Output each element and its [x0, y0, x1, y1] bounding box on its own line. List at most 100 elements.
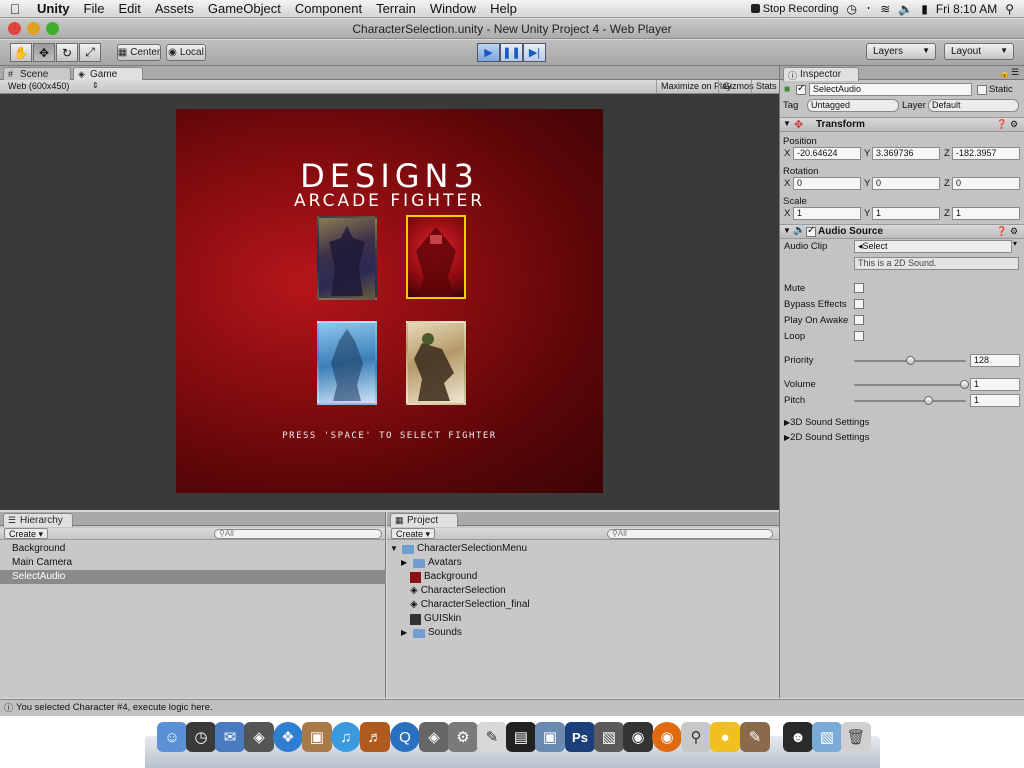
pitch-field[interactable]: 1: [970, 394, 1020, 407]
panel-menu-icon[interactable]: ☰: [1011, 67, 1019, 78]
fighter-portrait-2[interactable]: [406, 215, 466, 299]
project-item-guiskin[interactable]: GUISkin: [410, 612, 461, 626]
sound-2d-foldout[interactable]: ▶2D Sound Settings: [784, 432, 869, 443]
move-tool-button[interactable]: ✥: [33, 43, 55, 62]
scale-y-field[interactable]: 1: [872, 207, 940, 220]
loop-checkbox[interactable]: [854, 331, 864, 341]
stats-toggle[interactable]: Stats: [751, 80, 781, 93]
menu-component[interactable]: Component: [288, 1, 369, 16]
resolution-dropdown[interactable]: Web (600x450): [8, 81, 69, 91]
tab-inspector[interactable]: ⓘ Inspector: [783, 67, 859, 81]
audio-source-enabled-checkbox[interactable]: [806, 225, 816, 237]
wifi-icon[interactable]: ≋: [880, 2, 890, 16]
documents-folder-icon[interactable]: ▧: [812, 722, 842, 752]
pivot-center-toggle[interactable]: ▦ Center: [117, 44, 161, 61]
project-folder-sounds[interactable]: ▶ Sounds: [401, 626, 462, 640]
tag-dropdown[interactable]: Untagged: [807, 99, 899, 112]
priority-slider-handle[interactable]: [906, 356, 915, 365]
position-z-field[interactable]: -182.3957: [952, 147, 1020, 160]
mute-checkbox[interactable]: [854, 283, 864, 293]
rotation-y-field[interactable]: 0: [872, 177, 940, 190]
trash-icon[interactable]: 🗑: [841, 722, 871, 752]
step-button[interactable]: ▶|: [523, 43, 546, 62]
priority-field[interactable]: 128: [970, 354, 1020, 367]
dashboard-icon[interactable]: ◷: [186, 722, 216, 752]
photoshop-icon[interactable]: Ps: [565, 722, 595, 752]
lock-icon[interactable]: 🔒: [999, 68, 1010, 79]
position-y-field[interactable]: 3.369736: [872, 147, 940, 160]
audio-clip-field[interactable]: ◂Select: [854, 240, 1012, 253]
tab-game[interactable]: ◈ Game: [73, 67, 143, 81]
tab-hierarchy[interactable]: ☰ Hierarchy: [3, 513, 73, 527]
hierarchy-create-button[interactable]: Create ▾: [4, 528, 49, 539]
time-machine-icon[interactable]: ◷: [847, 2, 857, 16]
unity-alt-icon[interactable]: ◈: [419, 722, 449, 752]
project-item-characterselection-final[interactable]: ◈ CharacterSelection_final: [410, 598, 530, 612]
project-search-input[interactable]: ⚲All: [607, 529, 773, 539]
photo-browser-icon[interactable]: ▣: [535, 722, 565, 752]
transform-header[interactable]: ▼ ✥ Transform ❓ ⚙: [780, 117, 1024, 132]
cyberduck-icon[interactable]: ●: [710, 722, 740, 752]
preview-icon[interactable]: ▣: [302, 722, 332, 752]
bluetooth-icon[interactable]: ᛫: [865, 2, 872, 16]
menu-terrain[interactable]: Terrain: [369, 1, 423, 16]
spotlight-icon[interactable]: ⚲: [1005, 2, 1014, 16]
play-on-awake-checkbox[interactable]: [854, 315, 864, 325]
safari-icon[interactable]: ❖: [273, 722, 303, 752]
menu-gameobject[interactable]: GameObject: [201, 1, 288, 16]
game-viewport[interactable]: DESIGN3 ARCADE FIGHTER PRESS 'SPACE' TO …: [176, 109, 603, 493]
pivot-local-toggle[interactable]: ◉ Local: [166, 44, 206, 61]
active-checkbox[interactable]: [796, 83, 806, 95]
volume-icon[interactable]: 🔈: [898, 2, 913, 16]
menu-assets[interactable]: Assets: [148, 1, 201, 16]
system-preferences-icon[interactable]: ⚙: [448, 722, 478, 752]
project-create-button[interactable]: Create ▾: [391, 528, 436, 539]
hierarchy-item-main-camera[interactable]: Main Camera: [0, 556, 386, 570]
menu-help[interactable]: Help: [483, 1, 524, 16]
quicktime-icon[interactable]: Q: [390, 722, 420, 752]
position-x-field[interactable]: -20.64624: [793, 147, 861, 160]
project-folder-root[interactable]: ▼ CharacterSelectionMenu: [390, 542, 527, 556]
finder-icon[interactable]: ☺: [157, 722, 187, 752]
file-browser-icon[interactable]: ▧: [594, 722, 624, 752]
hierarchy-item-background[interactable]: Background: [0, 542, 386, 556]
layout-dropdown[interactable]: Layout ▼: [944, 43, 1014, 60]
firefox-icon[interactable]: ◉: [652, 722, 682, 752]
help-icon[interactable]: ❓: [996, 226, 1007, 237]
menu-edit[interactable]: Edit: [111, 1, 147, 16]
rotation-x-field[interactable]: 0: [793, 177, 861, 190]
volume-slider-track[interactable]: [854, 384, 966, 386]
menu-unity[interactable]: Unity: [30, 1, 77, 16]
garageband-icon[interactable]: ♬: [360, 722, 390, 752]
static-checkbox[interactable]: [977, 85, 987, 95]
avatar-app-icon[interactable]: ☻: [783, 722, 813, 752]
help-icon[interactable]: ❓: [996, 119, 1007, 130]
play-button[interactable]: ▶: [477, 43, 500, 62]
bypass-effects-checkbox[interactable]: [854, 299, 864, 309]
apple-icon[interactable]: : [0, 1, 30, 17]
menu-clock[interactable]: Fri 8:10 AM: [936, 2, 997, 16]
audio-source-header[interactable]: ▼ 🔊 Audio Source ❓ ⚙: [780, 224, 1024, 239]
hand-tool-button[interactable]: ✋: [10, 43, 32, 62]
scale-z-field[interactable]: 1: [952, 207, 1020, 220]
menu-window[interactable]: Window: [423, 1, 483, 16]
textedit-icon[interactable]: ✎: [477, 722, 507, 752]
fighter-portrait-1[interactable]: [317, 216, 377, 300]
fighter-portrait-4[interactable]: [406, 321, 466, 405]
battery-icon[interactable]: ▮: [921, 2, 928, 16]
object-picker-icon[interactable]: ▾: [1013, 239, 1017, 248]
layers-dropdown[interactable]: Layers ▼: [866, 43, 936, 60]
final-cut-icon[interactable]: ▤: [506, 722, 536, 752]
volume-slider-handle[interactable]: [960, 380, 969, 389]
tab-project[interactable]: ▦ Project: [390, 513, 458, 527]
project-folder-avatars[interactable]: ▶ Avatars: [401, 556, 462, 570]
mail-icon[interactable]: ✉: [215, 722, 245, 752]
utility-icon[interactable]: ⚲: [681, 722, 711, 752]
project-item-characterselection[interactable]: ◈ CharacterSelection: [410, 584, 506, 598]
rotation-z-field[interactable]: 0: [952, 177, 1020, 190]
status-bar[interactable]: ⓘ You selected Character #4, execute log…: [0, 699, 1024, 716]
volume-field[interactable]: 1: [970, 378, 1020, 391]
pause-button[interactable]: ❚❚: [500, 43, 523, 62]
hierarchy-search-input[interactable]: ⚲All: [214, 529, 382, 539]
itunes-icon[interactable]: ♫: [331, 722, 361, 752]
